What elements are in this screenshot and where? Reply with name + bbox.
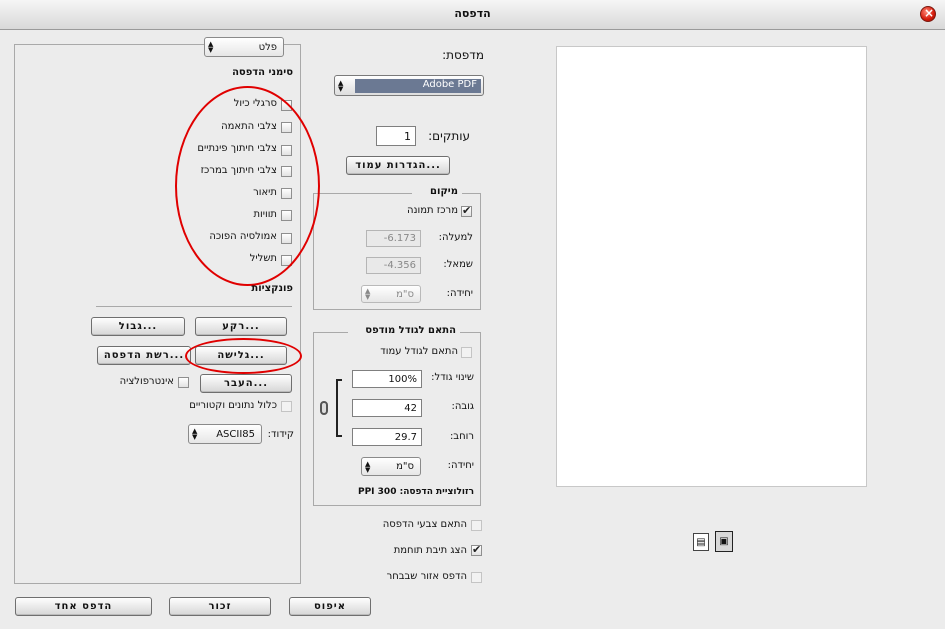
encoding-select[interactable]: ▲ ▼ ASCII85 [188, 424, 262, 444]
scale-units-select[interactable]: ▲ ▼ ס"מ [361, 457, 421, 476]
printer-value: Adobe PDF [355, 79, 481, 93]
select-arrows-icon: ▲ ▼ [338, 78, 344, 93]
annotation-oval-bleed [185, 338, 302, 374]
center-image-checkbox[interactable] [461, 204, 472, 217]
encoding-value: ASCII85 [216, 428, 255, 440]
fit-media-label: התאם לגודל עמוד [380, 346, 458, 357]
print-preview [556, 46, 867, 487]
top-label: למעלה: [438, 232, 473, 243]
height-input[interactable]: 42 [352, 399, 422, 417]
scale-label: שינוי גודל: [431, 372, 474, 383]
scale-group-label: התאם לגודל מודפס [348, 325, 460, 336]
select-arrows-icon: ▲ ▼ [365, 459, 371, 474]
window-title: הדפסה [454, 7, 491, 20]
include-vector-checkbox[interactable] [281, 401, 292, 412]
width-input[interactable]: 29.7 [352, 428, 422, 446]
printer-label: מדפסת: [442, 48, 484, 62]
copies-label: עותקים: [428, 129, 470, 143]
remember-button[interactable]: זכור [169, 597, 271, 616]
close-icon[interactable] [920, 6, 936, 22]
link-icon[interactable] [320, 401, 328, 415]
functions-heading: פונקציות [251, 283, 293, 294]
border-button[interactable]: גבול... [91, 317, 185, 336]
scale-input[interactable]: 100% [352, 370, 422, 388]
select-arrows-icon: ▲ ▼ [365, 287, 371, 301]
width-label: רוחב: [449, 431, 474, 442]
match-colors-label: התאם צבעי הדפסה [382, 519, 467, 530]
reset-button[interactable]: איפוס [289, 597, 371, 616]
position-units-select[interactable]: ▲ ▼ ס"מ [361, 285, 421, 303]
resolution-text: רזולוציית הדפסה: 300 PPI [357, 487, 474, 497]
print-selected-area-checkbox[interactable] [471, 572, 482, 583]
print-selected-area-label: הדפס אזור שבבחר [386, 571, 467, 582]
select-arrows-icon: ▲ ▼ [208, 40, 214, 54]
include-vector-label: כלול נתונים וקטוריים [189, 400, 277, 411]
landscape-orientation-icon[interactable]: ▤ [693, 533, 709, 551]
position-units-value: ס"מ [396, 288, 414, 300]
show-bounding-box-checkbox[interactable] [471, 543, 482, 556]
scale-units-value: ס"מ [396, 461, 414, 472]
screen-button[interactable]: רשת הדפסה... [97, 346, 191, 365]
position-group-label: מיקום [412, 186, 462, 197]
output-type-value: פלט [258, 41, 277, 53]
position-units-label: יחידה: [446, 288, 473, 299]
left-input[interactable]: -4.356 [366, 257, 421, 274]
match-colors-checkbox[interactable] [471, 520, 482, 531]
interpolation-label: אינטרפולציה [119, 376, 174, 387]
portrait-orientation-icon[interactable]: ▣ [715, 531, 733, 552]
background-button[interactable]: רקע... [195, 317, 287, 336]
page-setup-button[interactable]: הגדרות עמוד... [346, 156, 450, 175]
select-arrows-icon: ▲ ▼ [192, 427, 198, 441]
print-one-button[interactable]: הדפס אחד [15, 597, 152, 616]
transfer-button[interactable]: העבר... [200, 374, 292, 393]
fit-media-checkbox[interactable] [461, 347, 472, 358]
encoding-label: קידוד: [267, 429, 294, 440]
height-label: גובה: [451, 401, 474, 412]
top-input[interactable]: -6.173 [366, 230, 421, 247]
link-bracket [336, 379, 342, 437]
functions-divider [96, 306, 292, 307]
copies-input[interactable]: 1 [376, 126, 416, 146]
printer-select[interactable]: ▲ ▼ Adobe PDF [334, 75, 484, 96]
interpolation-checkbox[interactable] [178, 377, 189, 388]
print-marks-heading: סימני הדפסה [232, 67, 293, 78]
show-bounding-box-label: הצג תיבת תוחמת [393, 545, 467, 556]
scale-units-label: יחידה: [447, 460, 474, 471]
output-type-select[interactable]: ▲ ▼ פלט [204, 37, 284, 57]
left-label: שמאל: [443, 259, 473, 270]
annotation-oval-marks [175, 86, 320, 286]
center-image-label: מרכז תמונה [407, 205, 458, 216]
